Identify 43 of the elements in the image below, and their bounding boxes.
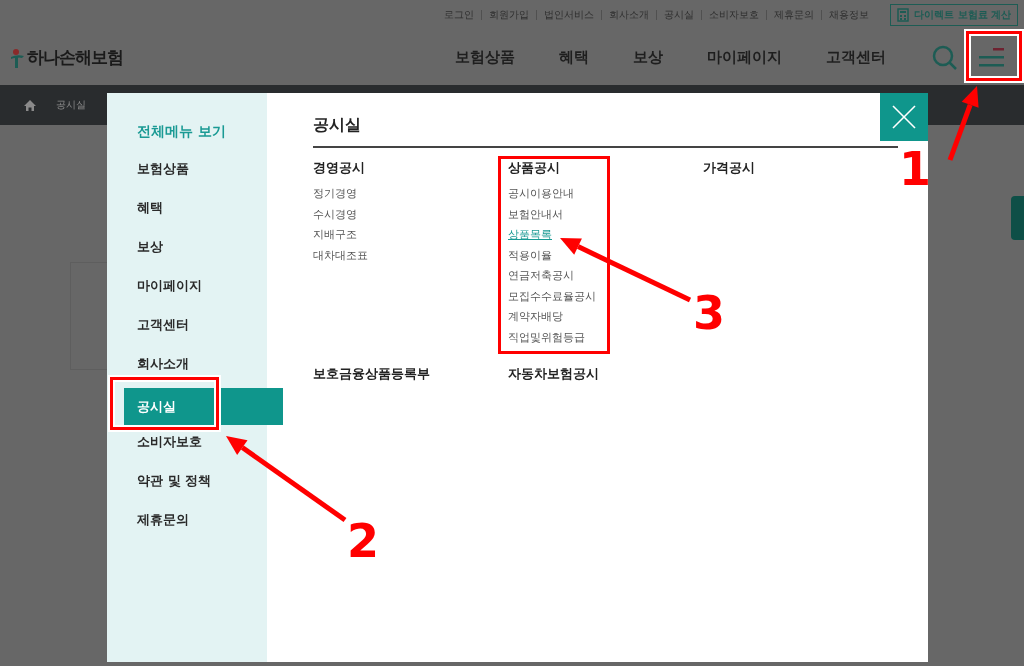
step-number: 1 (899, 146, 931, 192)
step-number: 2 (347, 518, 379, 564)
category-link[interactable]: 상품공시 (508, 159, 560, 177)
menu-heading: 전체메뉴 보기 (137, 122, 226, 141)
sidebar-item[interactable]: 보상 (137, 237, 163, 257)
sidebar-item[interactable]: 혜택 (137, 198, 163, 218)
submenu-link[interactable]: 보험안내서 (508, 203, 563, 224)
sidebar-item[interactable]: 공시실 (124, 388, 283, 425)
sidebar-item[interactable]: 회사소개 (137, 354, 189, 374)
category-link[interactable]: 경영공시 (313, 159, 365, 177)
step-number: 3 (693, 290, 725, 336)
category-link[interactable]: 가격공시 (703, 159, 755, 177)
sidebar-item[interactable]: 약관 및 정책 (137, 471, 212, 491)
submenu-link[interactable]: 정기경영 (313, 183, 357, 204)
highlight-frame (966, 31, 1022, 81)
logo-mark-icon (10, 47, 24, 68)
submenu-link[interactable]: 지배구조 (313, 224, 357, 245)
submenu-link[interactable]: 직업및위험등급 (508, 326, 585, 347)
sidebar-item[interactable]: 소비자보호 (137, 432, 202, 452)
menu-icon (979, 48, 1004, 67)
breadcrumb-item[interactable]: 공시실 (56, 98, 86, 112)
submenu-link[interactable]: 대차대조표 (313, 244, 368, 265)
calculator-icon (897, 8, 910, 22)
category-link[interactable]: 보호금융상품등록부 (313, 365, 430, 383)
submenu-link[interactable]: 계약자배당 (508, 306, 563, 327)
sidebar-item[interactable]: 보험상품 (137, 159, 189, 179)
background-card (1011, 196, 1024, 240)
submenu-link[interactable]: 수시경영 (313, 203, 357, 224)
sidebar-item[interactable]: 제휴문의 (137, 510, 189, 530)
search-icon (932, 45, 957, 70)
submenu-link[interactable]: 공시이용안내 (508, 183, 574, 204)
category-link[interactable]: 자동차보험공시 (508, 365, 599, 383)
submenu-link[interactable]: 상품목록 (508, 224, 552, 245)
search-button[interactable] (932, 45, 957, 70)
sidebar-item[interactable]: 고객센터 (137, 315, 189, 335)
home-icon (24, 99, 36, 111)
submenu-link[interactable]: 연금저축공시 (508, 265, 574, 286)
close-button[interactable] (880, 93, 928, 141)
sidebar-item[interactable]: 마이페이지 (137, 276, 202, 296)
menu-button[interactable] (979, 48, 1004, 67)
close-icon (891, 104, 917, 130)
submenu-link[interactable]: 적용이율 (508, 244, 552, 265)
submenu-link[interactable]: 모집수수료율공시 (508, 285, 596, 306)
